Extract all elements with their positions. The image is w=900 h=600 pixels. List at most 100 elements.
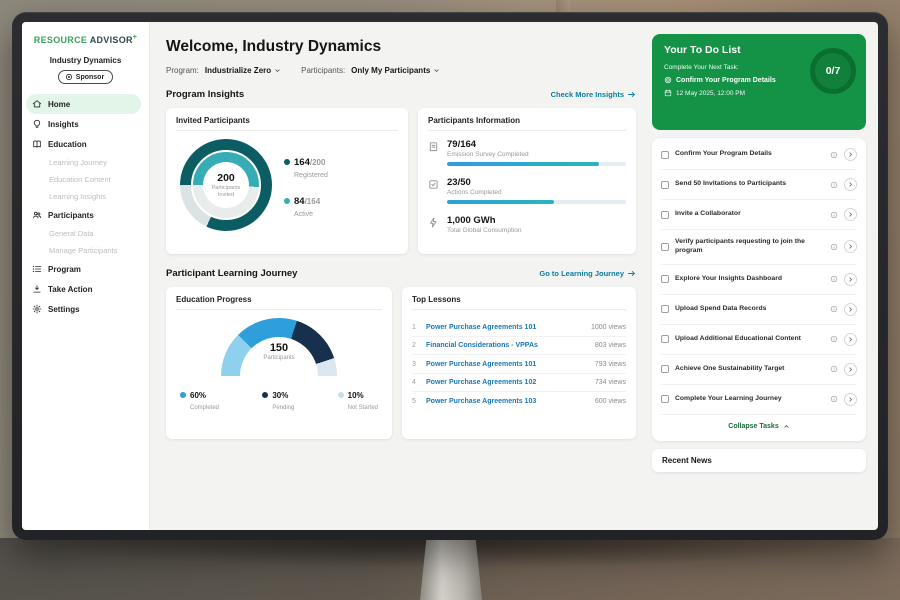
nav-label: Learning Insights [49,192,106,201]
task-open-button[interactable] [844,333,857,346]
lesson-link[interactable]: Power Purchase Agreements 102 [426,379,588,386]
sidebar-item-insights[interactable]: Insights [22,114,149,134]
task-open-button[interactable] [844,363,857,376]
participants-information-card: Participants Information 79/164 Emission… [418,108,636,254]
nav-label: Settings [48,305,80,314]
task-open-button[interactable] [844,208,857,221]
go-to-learning-journey-link[interactable]: Go to Learning Journey [539,269,636,278]
task-open-button[interactable] [844,273,857,286]
sidebar-item-learning-journey[interactable]: Learning Journey [22,154,149,171]
task-checkbox[interactable] [661,211,669,219]
legend-item-active: 84/164 Active [284,191,328,218]
task-checkbox[interactable] [661,275,669,283]
info-icon[interactable] [830,211,838,219]
card-title: Invited Participants [176,116,398,131]
lesson-link[interactable]: Power Purchase Agreements 101 [426,324,584,331]
chevron-right-icon [847,276,854,283]
emission-survey-row: 79/164 Emission Survey Completed [428,139,626,166]
sidebar-item-settings[interactable]: Settings [22,299,149,319]
lesson-link[interactable]: Financial Considerations - VPPAs [426,342,588,349]
sidebar-item-participants[interactable]: Participants [22,205,149,225]
calendar-icon [664,89,672,97]
sidebar-item-education-content[interactable]: Education Content [22,171,149,188]
chevron-right-icon [847,306,854,313]
donut-center-value: 200 [217,172,235,184]
app-logo: RESOURCE ADVISOR+ [22,34,149,45]
sidebar-item-take-action[interactable]: Take Action [22,279,149,299]
check-square-icon [428,179,439,190]
actions-completed-row: 23/50 Actions Completed [428,177,626,204]
info-icon[interactable] [830,181,838,189]
info-icon[interactable] [830,335,838,343]
info-icon[interactable] [830,305,838,313]
task-row: Upload Additional Educational Content [661,325,857,355]
task-checkbox[interactable] [661,151,669,159]
participants-select[interactable]: Only My Participants [351,66,440,75]
collapse-tasks-link[interactable]: Collapse Tasks [661,415,857,439]
sponsor-badge[interactable]: Sponsor [58,70,113,84]
chevron-down-icon [274,67,281,74]
task-checkbox[interactable] [661,243,669,251]
target-icon [664,76,672,84]
info-icon[interactable] [830,243,838,251]
monitor-stand [420,540,482,600]
monitor-bezel: RESOURCE ADVISOR+ Industry Dynamics Spon… [12,12,888,540]
chevron-right-icon [847,366,854,373]
home-icon [32,99,42,109]
task-checkbox[interactable] [661,365,669,373]
legend-item-pending: 30% Pending [262,385,294,411]
task-checkbox[interactable] [661,305,669,313]
task-open-button[interactable] [844,178,857,191]
nav-label: Take Action [48,285,92,294]
book-icon [32,139,42,149]
medal-icon [65,73,73,81]
info-icon[interactable] [830,365,838,373]
participants-select-value: Only My Participants [351,66,430,75]
sidebar-item-home[interactable]: Home [26,94,141,114]
task-open-button[interactable] [844,240,857,253]
check-more-insights-link[interactable]: Check More Insights [551,90,636,99]
program-select[interactable]: Industrialize Zero [205,66,281,75]
nav-label: Insights [48,120,79,129]
task-open-button[interactable] [844,393,857,406]
sidebar-item-general-data[interactable]: General Data [22,225,149,242]
task-row: Upload Spend Data Records [661,295,857,325]
card-title: Participants Information [428,116,626,131]
info-icon[interactable] [830,395,838,403]
list-icon [32,264,42,274]
task-row: Achieve One Sustainability Target [661,355,857,385]
sidebar-item-program[interactable]: Program [22,259,149,279]
nav-label: Program [48,265,81,274]
sidebar: RESOURCE ADVISOR+ Industry Dynamics Spon… [22,22,150,530]
info-icon[interactable] [830,151,838,159]
lesson-link[interactable]: Power Purchase Agreements 101 [426,361,588,368]
lesson-row: 3 Power Purchase Agreements 101 793 view… [412,355,626,374]
task-open-button[interactable] [844,303,857,316]
invited-participants-card: Invited Participants 200 Participants In… [166,108,408,254]
nav-label: Education [48,140,87,149]
clipboard-icon [428,141,439,152]
todo-next-task[interactable]: Confirm Your Program Details [664,76,814,84]
page-title: Welcome, Industry Dynamics [166,38,636,56]
gauge-center: 150 Participants [221,342,337,361]
todo-progress-ring: 0/7 [810,48,856,94]
chevron-right-icon [847,336,854,343]
donut-center-label: Participants Invited [206,185,246,198]
program-insights-title: Program Insights [166,89,244,100]
nav-label: Education Content [49,175,111,184]
chevron-right-icon [847,151,854,158]
lesson-link[interactable]: Power Purchase Agreements 103 [426,398,588,405]
task-open-button[interactable] [844,148,857,161]
chevron-right-icon [847,396,854,403]
info-icon[interactable] [830,275,838,283]
sidebar-item-learning-insights[interactable]: Learning Insights [22,188,149,205]
link-label: Go to Learning Journey [539,269,624,278]
sidebar-item-education[interactable]: Education [22,134,149,154]
task-checkbox[interactable] [661,395,669,403]
sidebar-item-manage-participants[interactable]: Manage Participants [22,242,149,259]
task-list-card: Confirm Your Program Details Send 50 Inv… [652,138,866,441]
task-checkbox[interactable] [661,181,669,189]
task-checkbox[interactable] [661,335,669,343]
task-row: Verify participants requesting to join t… [661,230,857,265]
lightbulb-icon [32,119,42,129]
